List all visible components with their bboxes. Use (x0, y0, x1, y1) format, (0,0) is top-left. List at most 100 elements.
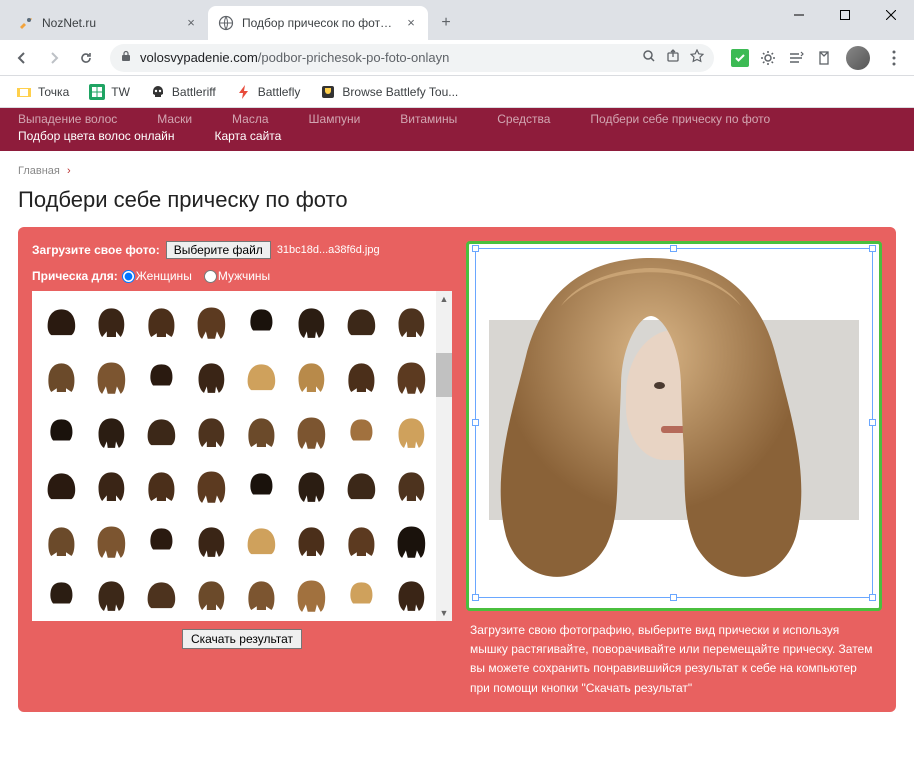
gender-male[interactable]: Мужчины (204, 269, 270, 283)
resize-handle[interactable] (869, 594, 876, 601)
hair-option[interactable] (388, 407, 434, 458)
resize-handle[interactable] (472, 419, 479, 426)
resize-handle[interactable] (472, 594, 479, 601)
browser-tab[interactable]: NozNet.ru × (8, 6, 208, 40)
reload-button[interactable] (72, 44, 100, 72)
hair-option[interactable] (138, 352, 184, 403)
hair-option[interactable] (88, 407, 134, 458)
hair-option[interactable] (188, 516, 234, 567)
hair-option[interactable] (38, 352, 84, 403)
check-extension-icon[interactable] (730, 48, 750, 68)
hair-option[interactable] (188, 461, 234, 512)
hair-option[interactable] (88, 570, 134, 621)
maximize-button[interactable] (822, 0, 868, 30)
resize-handle[interactable] (670, 245, 677, 252)
hair-option[interactable] (338, 516, 384, 567)
resize-handle[interactable] (869, 419, 876, 426)
menu-button[interactable] (882, 50, 906, 66)
hair-option[interactable] (338, 461, 384, 512)
gear-icon[interactable] (758, 48, 778, 68)
hair-option[interactable] (38, 297, 84, 348)
hair-option[interactable] (288, 461, 334, 512)
share-icon[interactable] (666, 49, 680, 66)
radio-male[interactable] (204, 270, 217, 283)
close-icon[interactable]: × (404, 16, 418, 30)
browser-tab-active[interactable]: Подбор причесок по фото онла × (208, 6, 428, 40)
hair-option[interactable] (388, 461, 434, 512)
download-button[interactable]: Скачать результат (182, 629, 302, 649)
nav-link[interactable]: Карта сайта (214, 129, 281, 143)
hair-option[interactable] (288, 516, 334, 567)
hair-option[interactable] (138, 516, 184, 567)
forward-button[interactable] (40, 44, 68, 72)
scrollbar-track[interactable] (436, 291, 452, 621)
hair-option[interactable] (238, 516, 284, 567)
hair-option[interactable] (188, 297, 234, 348)
hair-option[interactable] (188, 407, 234, 458)
hair-option[interactable] (338, 407, 384, 458)
close-icon[interactable]: × (184, 16, 198, 30)
resize-handle[interactable] (869, 245, 876, 252)
hair-option[interactable] (238, 407, 284, 458)
selection-rect[interactable] (475, 248, 873, 598)
new-tab-button[interactable]: + (432, 9, 460, 37)
hair-option[interactable] (138, 461, 184, 512)
nav-link[interactable]: Маски (157, 112, 192, 126)
hair-option[interactable] (188, 352, 234, 403)
hair-option[interactable] (238, 461, 284, 512)
hair-option[interactable] (238, 297, 284, 348)
hair-option[interactable] (88, 516, 134, 567)
list-extension-icon[interactable] (786, 48, 806, 68)
hair-option[interactable] (238, 570, 284, 621)
scroll-up-icon[interactable]: ▲ (436, 291, 452, 307)
scroll-down-icon[interactable]: ▼ (436, 605, 452, 621)
search-icon[interactable] (642, 49, 656, 66)
bookmark-item[interactable]: Точка (8, 80, 77, 104)
radio-female[interactable] (122, 270, 135, 283)
hair-option[interactable] (38, 516, 84, 567)
hair-option[interactable] (288, 352, 334, 403)
hair-option[interactable] (88, 297, 134, 348)
bookmark-item[interactable]: TW (81, 80, 138, 104)
hair-option[interactable] (88, 461, 134, 512)
scrollbar-thumb[interactable] (436, 353, 452, 397)
nav-link[interactable]: Подбери себе прическу по фото (590, 112, 770, 126)
nav-link[interactable]: Витамины (400, 112, 457, 126)
hair-option[interactable] (388, 516, 434, 567)
resize-handle[interactable] (472, 245, 479, 252)
nav-link[interactable]: Шампуни (309, 112, 361, 126)
breadcrumb-home[interactable]: Главная (18, 165, 60, 177)
hair-option[interactable] (288, 407, 334, 458)
hair-option[interactable] (88, 352, 134, 403)
hair-option[interactable] (338, 352, 384, 403)
resize-handle[interactable] (670, 594, 677, 601)
hair-option[interactable] (38, 407, 84, 458)
gender-female[interactable]: Женщины (122, 269, 192, 283)
hair-option[interactable] (138, 297, 184, 348)
minimize-button[interactable] (776, 0, 822, 30)
hair-option[interactable] (388, 570, 434, 621)
nav-link[interactable]: Масла (232, 112, 268, 126)
choose-file-button[interactable]: Выберите файл (166, 241, 271, 259)
hair-option[interactable] (338, 570, 384, 621)
bookmark-item[interactable]: Battlefly (228, 80, 309, 104)
hair-option[interactable] (388, 352, 434, 403)
star-icon[interactable] (690, 49, 704, 66)
hair-option[interactable] (138, 407, 184, 458)
close-window-button[interactable] (868, 0, 914, 30)
hair-option[interactable] (238, 352, 284, 403)
nav-link[interactable]: Средства (497, 112, 550, 126)
bookmark-extension-icon[interactable] (814, 48, 834, 68)
preview-frame[interactable] (466, 241, 882, 611)
nav-link[interactable]: Подбор цвета волос онлайн (18, 129, 174, 143)
hair-option[interactable] (38, 461, 84, 512)
back-button[interactable] (8, 44, 36, 72)
hair-option[interactable] (188, 570, 234, 621)
hair-option[interactable] (288, 297, 334, 348)
hair-option[interactable] (38, 570, 84, 621)
hair-option[interactable] (138, 570, 184, 621)
hair-option[interactable] (338, 297, 384, 348)
hair-option[interactable] (288, 570, 334, 621)
profile-avatar[interactable] (846, 46, 870, 70)
bookmark-item[interactable]: Browse Battlefy Tou... (312, 80, 466, 104)
